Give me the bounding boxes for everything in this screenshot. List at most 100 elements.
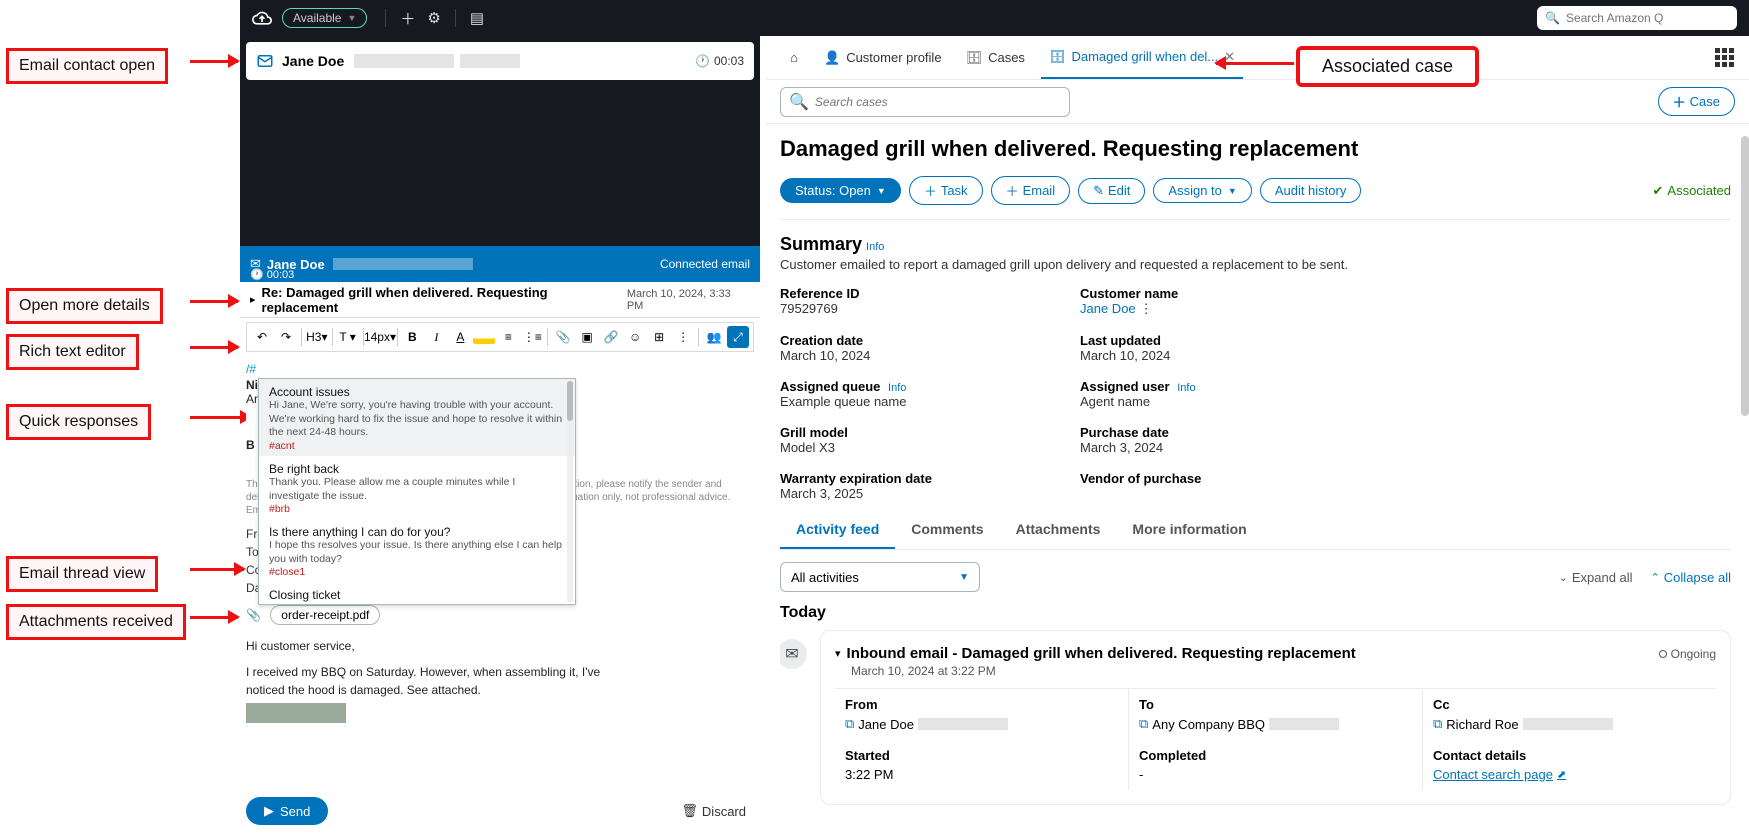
expand-caret-icon[interactable]: ▸ xyxy=(250,293,256,306)
email-contact-card[interactable]: Jane Doe 🕐00:03 xyxy=(246,42,754,80)
more-dots-icon[interactable]: ⋮ xyxy=(1140,301,1153,316)
search-icon: 🔍 xyxy=(789,92,809,112)
underline-button[interactable]: A xyxy=(449,326,471,348)
external-link-icon: ⬈ xyxy=(1557,768,1566,781)
info-link[interactable]: Info xyxy=(866,241,884,253)
activity-feed-tab[interactable]: Activity feed xyxy=(780,511,895,549)
highlight-button[interactable] xyxy=(473,330,495,344)
copy-icon[interactable]: ⧉ xyxy=(1139,716,1148,732)
search-input[interactable] xyxy=(1566,11,1726,25)
activity-card: ✉ ▾ Inbound email - Damaged grill when d… xyxy=(820,630,1731,805)
annotation-quick: Quick responses xyxy=(6,404,151,440)
assign-pill[interactable]: Assign to▼ xyxy=(1153,178,1251,203)
info-link[interactable]: Info xyxy=(1177,382,1195,394)
align-button[interactable]: ≡ xyxy=(497,326,519,348)
active-timer: 🕐 00:03 xyxy=(240,268,294,281)
image-icon[interactable]: ▣ xyxy=(576,326,598,348)
search-icon: 🔍 xyxy=(1545,11,1560,25)
audit-pill[interactable]: Audit history xyxy=(1260,178,1362,203)
associated-badge: ✔Associated xyxy=(1653,183,1732,199)
expand-all-button[interactable]: ⌄Expand all xyxy=(1559,570,1633,585)
quick-response-item[interactable]: Is there anything I can do for you? I ho… xyxy=(259,519,575,582)
summary-heading: Summary xyxy=(780,234,862,254)
comments-tab[interactable]: Comments xyxy=(895,511,999,549)
case-action-pills: Status: Open▼ ＋Task ＋Email ✎Edit Assign … xyxy=(780,176,1731,220)
agent-status-selector[interactable]: Available▼ xyxy=(282,8,367,28)
quick-response-item[interactable]: Be right back Thank you. Please allow me… xyxy=(259,456,575,519)
activity-filter-row: All activities▼ ⌄Expand all ⌃Collapse al… xyxy=(780,562,1731,592)
more-info-tab[interactable]: More information xyxy=(1116,511,1262,549)
email-subject-row: ▸ Re: Damaged grill when delivered. Requ… xyxy=(240,282,760,318)
send-icon: ▶ xyxy=(264,803,274,819)
email-icon xyxy=(256,52,274,70)
contacts-panel: Jane Doe 🕐00:03 xyxy=(240,36,760,246)
gear-icon[interactable]: ⚙ xyxy=(427,9,440,27)
collapse-all-button[interactable]: ⌃Collapse all xyxy=(1651,570,1731,585)
customer-profile-tab[interactable]: 👤Customer profile xyxy=(816,36,950,79)
email-pill[interactable]: ＋Email xyxy=(991,176,1071,205)
top-header-bar: Available▼ ＋ ⚙ ▤ 🔍 xyxy=(240,0,1749,36)
quick-response-item[interactable]: Closing ticket xyxy=(259,582,575,604)
image-thumbnail[interactable] xyxy=(246,703,346,723)
popup-scrollbar[interactable] xyxy=(567,381,573,602)
chevron-down-icon: ⌄ xyxy=(1559,571,1568,584)
activity-filter-select[interactable]: All activities▼ xyxy=(780,562,980,592)
redacted-text xyxy=(354,54,454,68)
annotation-rte: Rich text editor xyxy=(6,334,139,370)
collapse-caret-icon[interactable]: ▾ xyxy=(835,647,841,660)
contact-name: Jane Doe xyxy=(282,53,344,69)
search-cases-field[interactable] xyxy=(815,95,1061,109)
size-selector[interactable]: 14px ▾ xyxy=(367,326,392,348)
cases-tab[interactable]: 🗄Cases xyxy=(958,36,1033,79)
amazon-q-search[interactable]: 🔍 xyxy=(1537,6,1737,30)
today-heading: Today xyxy=(780,604,1731,622)
summary-section: SummaryInfo Customer emailed to report a… xyxy=(780,234,1731,272)
panel-scrollbar[interactable] xyxy=(1741,136,1749,416)
list-button[interactable]: ⋮≡ xyxy=(521,326,543,348)
send-button[interactable]: ▶Send xyxy=(246,797,328,825)
attachment-pill[interactable]: order-receipt.pdf xyxy=(270,605,380,625)
discard-button[interactable]: 🗑Discard xyxy=(681,803,746,819)
annotation-thread: Email thread view xyxy=(6,556,158,592)
quick-response-trigger[interactable]: /# xyxy=(246,354,754,378)
bold-button[interactable]: B xyxy=(401,326,423,348)
italic-button[interactable]: I xyxy=(425,326,447,348)
add-case-button[interactable]: ＋Case xyxy=(1658,87,1735,116)
plus-icon[interactable]: ＋ xyxy=(400,8,415,29)
info-link[interactable]: Info xyxy=(888,382,906,394)
expand-icon[interactable]: ⤢ xyxy=(727,326,749,348)
emoji-icon[interactable]: ☺ xyxy=(624,326,646,348)
link-icon[interactable]: 🔗 xyxy=(600,326,622,348)
case-fields: Reference ID79529769 Customer nameJane D… xyxy=(780,286,1731,501)
font-icon[interactable]: T ▾ xyxy=(337,326,359,348)
attachments-tab[interactable]: Attachments xyxy=(1000,511,1117,549)
quick-responses-popup: Account issues Hi Jane, We're sorry, you… xyxy=(258,378,576,605)
email-body-greeting: Hi customer service, xyxy=(246,637,754,655)
table-icon[interactable]: ⊞ xyxy=(648,326,670,348)
copy-icon[interactable]: ⧉ xyxy=(845,716,854,732)
contact-search-link[interactable]: Contact search page⬈ xyxy=(1433,767,1706,782)
active-case-tab[interactable]: 🗄Damaged grill when del...✕ xyxy=(1041,36,1243,79)
attach-icon[interactable]: 📎 xyxy=(552,326,574,348)
task-pill[interactable]: ＋Task xyxy=(909,176,983,205)
home-tab[interactable]: ⌂ xyxy=(780,36,808,79)
more-icon[interactable]: ⋮ xyxy=(672,326,694,348)
chevron-down-icon: ▼ xyxy=(959,572,969,583)
connection-status: Connected email xyxy=(660,257,750,271)
annotation-attachments: Attachments received xyxy=(6,604,186,640)
people-icon[interactable]: 👥 xyxy=(703,326,725,348)
quick-response-item[interactable]: Account issues Hi Jane, We're sorry, you… xyxy=(259,379,575,456)
heading-selector[interactable]: H3 ▾ xyxy=(306,326,328,348)
edit-pill[interactable]: ✎Edit xyxy=(1078,178,1145,204)
notes-icon[interactable]: ▤ xyxy=(470,9,484,27)
apps-grid-icon[interactable] xyxy=(1715,48,1735,68)
activity-details-grid: From ⧉Jane Doe To ⧉Any Company BBQ Cc ⧉R… xyxy=(835,688,1716,740)
search-cases-input[interactable]: 🔍 xyxy=(780,87,1070,117)
redo-icon[interactable]: ↷ xyxy=(275,326,297,348)
status-pill[interactable]: Status: Open▼ xyxy=(780,178,901,203)
briefcase-icon: 🗄 xyxy=(966,50,983,66)
case-content: Damaged grill when delivered. Requesting… xyxy=(780,136,1731,833)
undo-icon[interactable]: ↶ xyxy=(251,326,273,348)
home-icon: ⌂ xyxy=(790,50,798,65)
copy-icon[interactable]: ⧉ xyxy=(1433,716,1442,732)
